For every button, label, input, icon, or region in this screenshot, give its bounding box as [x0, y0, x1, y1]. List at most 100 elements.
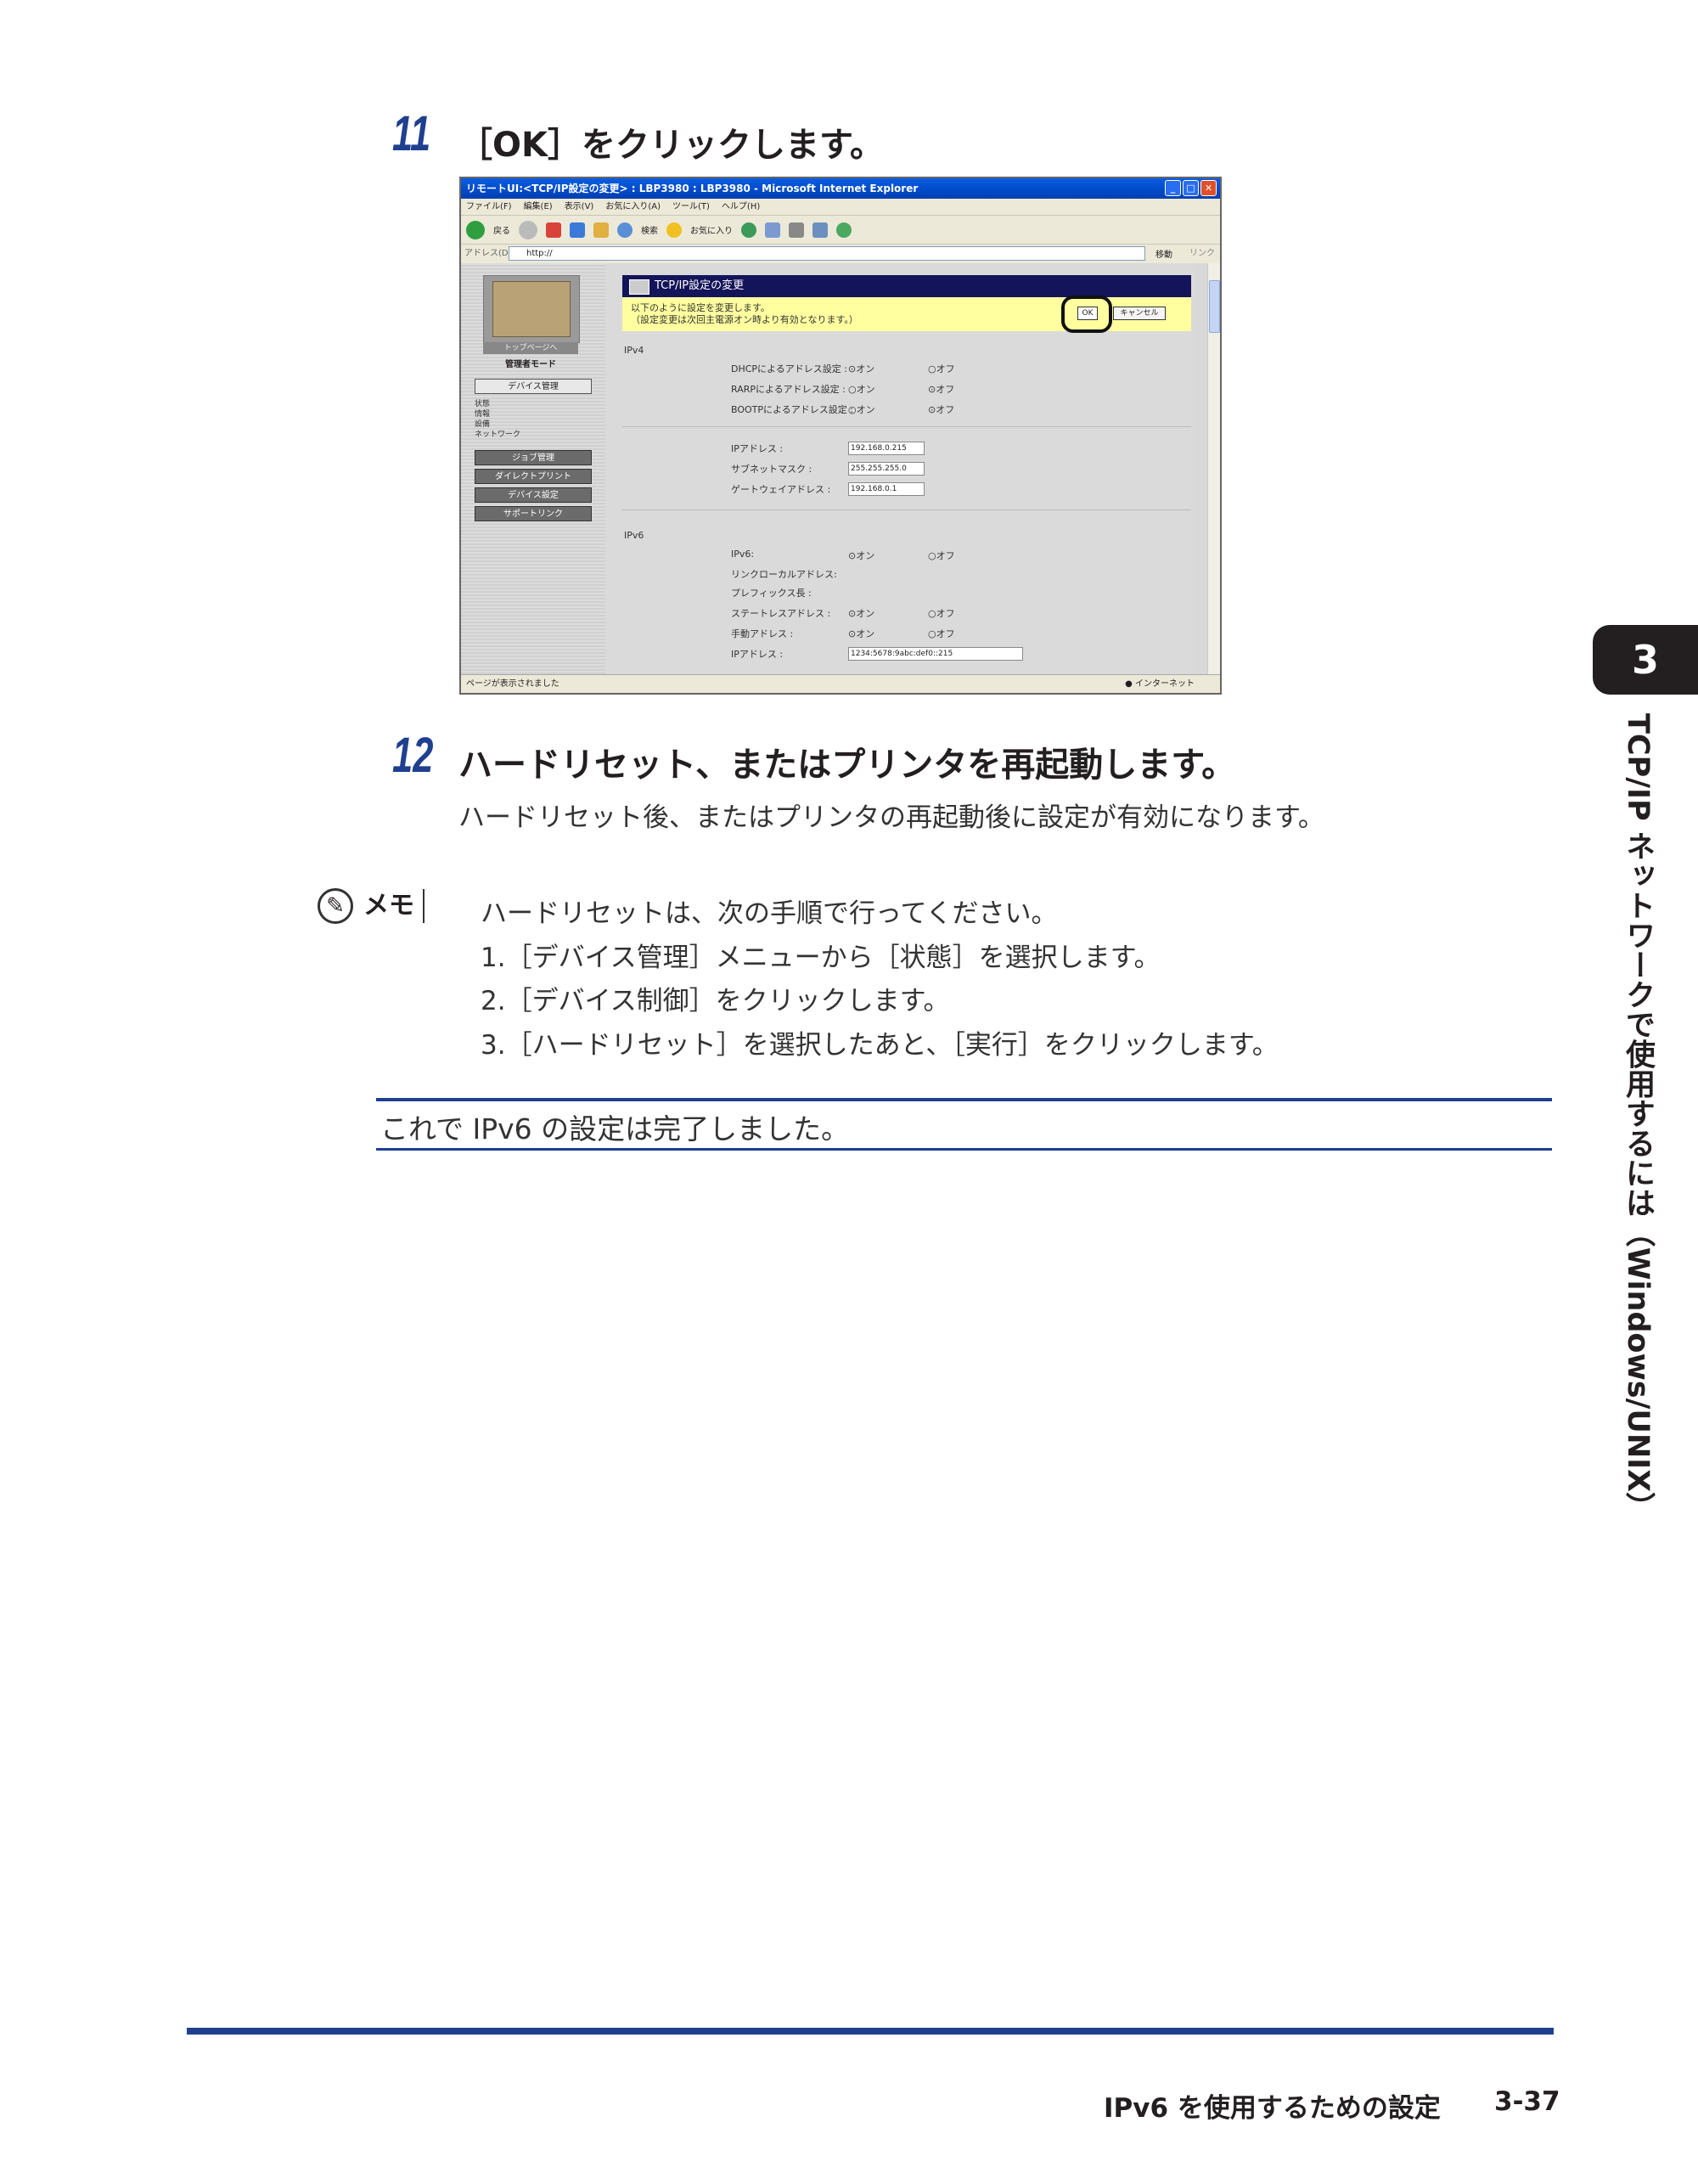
search-icon[interactable] [617, 222, 633, 238]
dhcp-label: DHCPによるアドレス設定 : [731, 363, 847, 374]
dhcp-off-radio[interactable]: ○オフ [928, 362, 955, 375]
cancel-button[interactable]: キャンセル [1113, 307, 1166, 320]
home-icon[interactable] [593, 222, 609, 238]
nav-sub-network[interactable]: ネットワーク [475, 430, 520, 440]
manual-off-radio[interactable]: ○オフ [928, 627, 955, 640]
page-viewport: トップページへ 管理者モード デバイス管理 状態 情報 設備 ネットワーク ジョ… [461, 263, 1208, 674]
stop-icon[interactable] [546, 222, 561, 238]
address-label: アドレス(D) [464, 249, 512, 258]
printer-logo-icon [492, 281, 571, 337]
memo-step-3: 3.［ハードリセット］を選択したあと、［実行］をクリックします。 [481, 1030, 1279, 1061]
links-label[interactable]: リンク [1189, 245, 1215, 263]
menu-bar: ファイル(F) 編集(E) 表示(V) お気に入り(A) ツール(T) ヘルプ(… [461, 199, 1220, 216]
footer-section-title: IPv6 を使用するための設定 [1104, 2093, 1441, 2124]
search-label[interactable]: 検索 [641, 223, 658, 236]
memo-pencil-icon: ✎ [318, 888, 353, 924]
page-header: TCP/IP設定の変更 [622, 275, 1191, 297]
browser-toolbar: 戻る 検索 お気に入り [461, 216, 1220, 245]
remote-ui-content: TCP/IP設定の変更 以下のように設定を変更します。 （設定変更は次回主電源オ… [605, 263, 1196, 674]
menu-edit[interactable]: 編集(E) [524, 199, 553, 215]
subnet-mask-label: サブネットマスク : [731, 464, 812, 475]
divider [622, 426, 1191, 427]
step-12-body: ハードリセット後、またはプリンタの再起動後に設定が有効になります。 [458, 802, 1324, 833]
forward-arrow-icon[interactable] [519, 220, 537, 239]
stateless-on-radio[interactable]: ⊙オン [848, 606, 874, 620]
prefix-length-label: プレフィックス長 : [731, 588, 812, 599]
browser-screenshot: リモートUI:<TCP/IP設定の変更> : LBP3980 : LBP3980… [459, 177, 1222, 695]
favorites-label[interactable]: お気に入り [690, 223, 733, 236]
divider [622, 509, 1191, 510]
edit-icon[interactable] [812, 222, 828, 238]
ipv6-address-input[interactable]: 1234:5678:9abc:def0::215 [848, 647, 1023, 661]
status-bar: ページが表示されました ● インターネット [461, 674, 1220, 693]
scrollbar-thumb[interactable] [1209, 280, 1220, 333]
ip-address-label: IPアドレス : [731, 443, 784, 454]
history-icon[interactable] [741, 222, 756, 238]
ipv6-label: IPv6: [731, 549, 755, 560]
ipv6-on-radio[interactable]: ⊙オン [848, 549, 874, 562]
memo-step-1: 1.［デバイス管理］メニューから［状態］を選択します。 [481, 943, 1161, 973]
ipv6-address-label: IPアドレス : [731, 649, 784, 660]
summary-bottom-rule [376, 1148, 1552, 1151]
bootp-off-radio[interactable]: ⊙オフ [928, 402, 954, 416]
step-number-12: 12 [392, 728, 434, 783]
stateless-off-radio[interactable]: ○オフ [928, 606, 955, 620]
address-input[interactable]: http:// [509, 246, 1145, 261]
direct-print-button[interactable]: ダイレクトプリント [475, 469, 592, 484]
close-icon[interactable]: ✕ [1200, 180, 1217, 196]
gateway-input[interactable]: 192.168.0.1 [848, 482, 925, 496]
footer-rule [187, 2028, 1554, 2035]
rarp-on-radio[interactable]: ○オン [848, 382, 875, 396]
back-label[interactable]: 戻る [493, 223, 510, 236]
status-text: ページが表示されました [466, 679, 559, 689]
maximize-icon[interactable]: □ [1183, 180, 1199, 196]
memo-badge: メモ [363, 889, 424, 923]
ipv4-section-label: IPv4 [624, 345, 644, 356]
manual-on-radio[interactable]: ⊙オン [848, 627, 874, 640]
bootp-on-radio[interactable]: ○オン [848, 402, 875, 416]
summary-top-rule [376, 1098, 1552, 1101]
menu-view[interactable]: 表示(V) [565, 199, 594, 215]
rarp-off-radio[interactable]: ⊙オフ [928, 382, 954, 396]
memo-intro: ハードリセットは、次の手順で行ってください。 [481, 898, 1058, 929]
menu-file[interactable]: ファイル(F) [466, 199, 512, 215]
chapter-tab: 3 [1593, 625, 1698, 695]
printer-logo [483, 275, 580, 343]
gateway-label: ゲートウェイアドレス : [731, 484, 831, 495]
page-header-title: TCP/IP設定の変更 [655, 279, 745, 292]
ipv6-section-label: IPv6 [624, 530, 644, 541]
stateless-label: ステートレスアドレス : [731, 608, 831, 619]
memo-step-2: 2.［デバイス制御］をクリックします。 [481, 986, 950, 1016]
rarp-label: RARPによるアドレス設定 : [731, 384, 846, 395]
ok-highlight-circle [1061, 296, 1112, 333]
dhcp-on-radio[interactable]: ⊙オン [848, 362, 874, 375]
back-arrow-icon[interactable] [466, 220, 485, 239]
bootp-label: BOOTPによるアドレス設定 : [731, 404, 853, 415]
messenger-icon[interactable] [836, 222, 852, 238]
vertical-scrollbar[interactable] [1207, 263, 1220, 674]
menu-tools[interactable]: ツール(T) [672, 199, 710, 215]
device-management-button[interactable]: デバイス管理 [475, 379, 592, 394]
top-page-link[interactable]: トップページへ [483, 342, 578, 354]
device-settings-button[interactable]: デバイス設定 [475, 487, 592, 503]
menu-help[interactable]: ヘルプ(H) [722, 199, 760, 215]
menu-favorites[interactable]: お気に入り(A) [605, 199, 661, 215]
nav-sub-equipment[interactable]: 設備 [475, 419, 490, 430]
favorites-star-icon[interactable] [666, 222, 682, 238]
nav-sub-status[interactable]: 状態 [475, 399, 490, 409]
job-management-button[interactable]: ジョブ管理 [475, 450, 592, 465]
subnet-mask-input[interactable]: 255.255.255.0 [848, 462, 925, 476]
step-number-11: 11 [392, 106, 431, 161]
support-link-button[interactable]: サポートリンク [475, 506, 592, 521]
internet-zone: ● インターネット [1125, 679, 1195, 689]
mail-icon[interactable] [765, 222, 780, 238]
step-11-title: ［OK］をクリックします。 [458, 126, 884, 165]
admin-mode-label: 管理者モード [505, 360, 556, 369]
go-button[interactable]: 移動 [1155, 246, 1172, 265]
nav-sub-info[interactable]: 情報 [475, 409, 490, 419]
minimize-icon[interactable]: _ [1165, 180, 1181, 196]
refresh-icon[interactable] [570, 222, 585, 238]
ip-address-input[interactable]: 192.168.0.215 [848, 442, 925, 455]
ipv6-off-radio[interactable]: ○オフ [928, 549, 955, 562]
print-icon[interactable] [789, 222, 804, 238]
